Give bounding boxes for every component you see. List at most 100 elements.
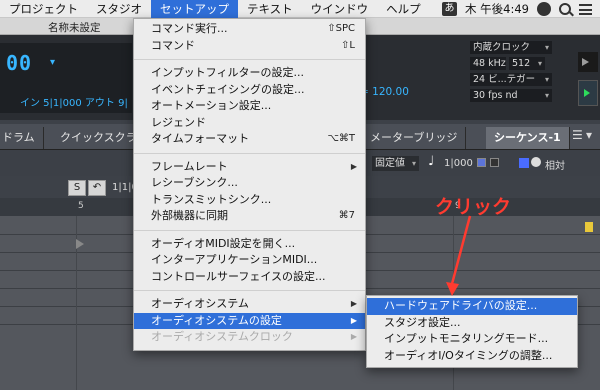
metronome-icon[interactable] (578, 52, 598, 72)
ruler-mark: 5 (78, 201, 84, 211)
notification-center-icon[interactable] (579, 3, 592, 15)
menu-shortcut: ⇧L (341, 39, 355, 51)
menu-item-label: コマンド (151, 38, 195, 52)
tab-dropdown-icon[interactable]: ▾ (586, 128, 592, 142)
menu-item-label: オートメーション設定... (151, 99, 272, 112)
menu-item-label: レジェンド (151, 115, 206, 129)
setup-menu-item-4[interactable]: イベントチェイシングの設定... (134, 82, 365, 99)
quantize-value[interactable]: 1|000 (444, 158, 473, 169)
submenu-arrow-icon: ▶ (350, 161, 357, 171)
setup-menu-item-7[interactable]: タイムフォーマット ⌥⌘T (134, 131, 365, 148)
setup-menu: コマンド実行... ⇧SPC コマンド ⇧L インプットフィルターの設定... イベントチ… (133, 18, 366, 351)
sync-panel: 内蔵クロック 48 kHz 512 24 ビ...テガー 30 fps nd (470, 41, 552, 105)
submenu-arrow-icon: ▶ (350, 315, 357, 325)
setup-menu-item-5[interactable]: オートメーション設定... (134, 98, 365, 115)
buffer-select[interactable]: 512 (509, 57, 545, 70)
relative-label: 相対 (545, 161, 565, 172)
setup-menu-item-15[interactable]: インターアプリケーションMIDI... (134, 252, 365, 269)
menu-shortcut: ⌘7 (338, 210, 355, 221)
setup-menu-item-20: オーディオシステムクロック ▶ (134, 329, 365, 346)
bit-depth-select[interactable]: 24 ビ...テガー (470, 73, 552, 86)
menu-item-label: オーディオI/Oタイミングの調整... (384, 348, 553, 362)
menu-item-label: オーディオシステムクロック (151, 330, 293, 343)
menu-item-label: 外部機器に同期 (151, 209, 228, 222)
grid-swatch-icon[interactable] (490, 158, 499, 167)
tab-menu-icon[interactable]: ☰ (572, 128, 583, 142)
menu-studio[interactable]: スタジオ (87, 0, 151, 18)
grid-swatch-icon[interactable] (477, 158, 486, 167)
tempo-display[interactable]: = 120.00 (360, 86, 409, 98)
tab-sequence-1[interactable]: シーケンス-1 (486, 127, 570, 149)
menubar: プロジェクト スタジオ セットアップ テキスト ウインドウ ヘルプ あ 木 午後… (0, 0, 600, 18)
spotlight-search-icon[interactable] (559, 3, 571, 15)
menu-project[interactable]: プロジェクト (0, 0, 87, 18)
menubar-clock[interactable]: 木 午後4:49 (465, 1, 529, 17)
menu-separator (134, 290, 365, 291)
submenu-item-2[interactable]: インプットモニタリングモード... (367, 331, 577, 348)
frame-rate-select[interactable]: 30 fps nd (470, 89, 552, 102)
submenu-item-3[interactable]: オーディオI/Oタイミングの調整... (367, 348, 577, 365)
setup-menu-item-14[interactable]: オーディオMIDI設定を開く... (134, 236, 365, 253)
relative-toggle-icon[interactable] (531, 157, 541, 167)
tab-meter-bridge[interactable]: メーターブリッジ (362, 127, 467, 149)
quantize-select[interactable]: 固定値 (372, 156, 419, 171)
menu-item-label: インプットフィルターの設定... (151, 66, 304, 79)
menu-item-label: コントロールサーフェイスの設定... (151, 269, 326, 283)
setup-menu-item-0[interactable]: コマンド実行... ⇧SPC (134, 21, 365, 38)
submenu-item-1[interactable]: スタジオ設定... (367, 315, 577, 332)
marker-flag-icon[interactable] (585, 222, 593, 232)
counter-dropdown-icon[interactable]: ▾ (50, 57, 55, 68)
menu-window[interactable]: ウインドウ (302, 0, 378, 18)
setup-menu-item-3[interactable]: インプットフィルターの設定... (134, 65, 365, 82)
menu-help[interactable]: ヘルプ (377, 0, 430, 18)
menu-shortcut: ⌥⌘T (327, 133, 355, 144)
setup-menu-item-1[interactable]: コマンド ⇧L (134, 38, 365, 55)
menu-separator (134, 229, 365, 231)
menu-item-label: オーディオMIDI設定を開く... (151, 236, 296, 250)
solo-button[interactable]: S (68, 180, 86, 196)
menu-item-label: スタジオ設定... (384, 315, 461, 329)
menu-item-label: オーディオシステムの設定 (151, 313, 282, 327)
setup-menu-item-9[interactable]: フレームレート ▶ (134, 159, 365, 176)
setup-menu-item-19[interactable]: オーディオシステムの設定 ▶ (134, 312, 365, 329)
menu-separator (134, 59, 365, 60)
relative-checkbox[interactable] (519, 158, 529, 168)
setup-menu-item-16[interactable]: コントロールサーフェイスの設定... (134, 269, 365, 286)
audio-system-settings-submenu: ハードウェアドライバの設定... スタジオ設定... インプットモニタリングモード.… (366, 295, 578, 368)
note-icon: ♩ (428, 154, 435, 169)
clock-source-select[interactable]: 内蔵クロック (470, 41, 552, 54)
counter-value: 00 (6, 51, 33, 75)
tab-drum[interactable]: ドラム (0, 127, 44, 149)
menu-item-label: オーディオシステム (151, 297, 249, 310)
play-button[interactable] (578, 80, 598, 106)
setup-menu-item-10[interactable]: レシーブシンク... (134, 175, 365, 192)
menu-setup[interactable]: セットアップ (151, 0, 238, 18)
setup-menu-item-6[interactable]: レジェンド (134, 115, 365, 132)
setup-menu-item-18[interactable]: オーディオシステム ▶ (134, 296, 365, 313)
menu-separator (134, 152, 365, 154)
setup-menu-item-11[interactable]: トランスミットシンク... (134, 192, 365, 209)
menu-item-label: レシーブシンク... (151, 176, 238, 189)
menu-item-label: トランスミットシンク... (151, 192, 272, 206)
menu-item-label: コマンド実行... (151, 22, 228, 35)
document-title: 名称未設定 (48, 22, 101, 34)
menu-text[interactable]: テキスト (238, 0, 302, 18)
submenu-arrow-icon: ▶ (350, 299, 357, 308)
annotation-arrow-icon (446, 215, 472, 296)
menu-item-label: イベントチェイシングの設定... (151, 82, 305, 96)
input-method-icon[interactable]: あ (442, 2, 458, 16)
undo-icon[interactable]: ↶ (88, 180, 106, 196)
menu-item-label: タイムフォーマット (151, 132, 250, 145)
user-icon[interactable] (537, 2, 551, 16)
submenu-arrow-icon: ▶ (350, 332, 357, 341)
menu-item-label: インターアプリケーションMIDI... (151, 253, 318, 266)
time-counter[interactable]: 00 ▾ イン 5|1|000 アウト 9| (0, 43, 132, 113)
sample-rate-field[interactable]: 48 kHz (470, 57, 506, 70)
menu-item-label: フレームレート (151, 159, 228, 173)
in-out-points: イン 5|1|000 アウト 9| (20, 98, 128, 109)
menu-shortcut: ⇧SPC (327, 23, 355, 34)
menu-item-label: インプットモニタリングモード... (384, 332, 549, 345)
setup-menu-item-12[interactable]: 外部機器に同期 ⌘7 (134, 208, 365, 225)
tab-quick-scrub[interactable]: クイックスクラ (52, 127, 146, 149)
track-arrow-icon[interactable] (76, 239, 84, 249)
